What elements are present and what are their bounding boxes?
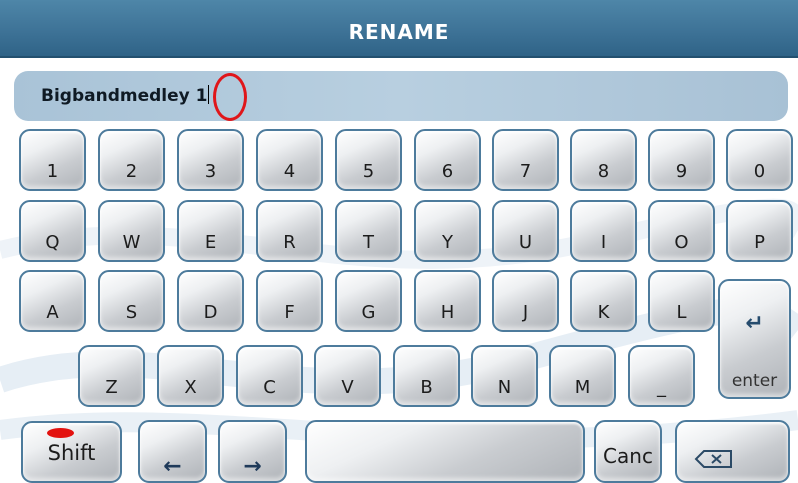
key-l[interactable]: L [648, 270, 715, 332]
backspace-icon [694, 450, 732, 468]
key-t[interactable]: T [335, 200, 402, 262]
key-label: Z [105, 377, 118, 398]
key-label: 5 [362, 161, 375, 182]
shift-key[interactable]: Shift [21, 421, 122, 483]
key-s[interactable]: S [98, 270, 165, 332]
key-p[interactable]: P [726, 200, 793, 262]
key-w[interactable]: W [98, 200, 165, 262]
key-8[interactable]: 8 [570, 129, 637, 191]
key-label: O [674, 232, 689, 253]
key-7[interactable]: 7 [492, 129, 559, 191]
key-label: I [600, 232, 607, 253]
key-label: Y [442, 232, 453, 253]
key-1[interactable]: 1 [19, 129, 86, 191]
key-4[interactable]: 4 [256, 129, 323, 191]
enter-label: enter [731, 371, 778, 391]
key-label: T [363, 232, 374, 253]
cursor-right-key[interactable]: → [218, 420, 287, 483]
key-label: 3 [204, 161, 217, 182]
key-label: P [754, 232, 765, 253]
key-v[interactable]: V [314, 345, 381, 407]
key-f[interactable]: F [256, 270, 323, 332]
arrow-left-icon: ← [163, 454, 182, 479]
key-label: 6 [441, 161, 454, 182]
key-z[interactable]: Z [78, 345, 145, 407]
key-label: X [184, 377, 197, 398]
key-label: Q [45, 232, 60, 253]
key-label: A [46, 302, 59, 323]
key-label: M [574, 377, 591, 398]
key-underscore[interactable]: _ [628, 345, 695, 407]
cursor-left-key[interactable]: ← [138, 420, 207, 483]
key-h[interactable]: H [414, 270, 481, 332]
shift-indicator-light [47, 428, 74, 438]
key-5[interactable]: 5 [335, 129, 402, 191]
key-q[interactable]: Q [19, 200, 86, 262]
cancel-label: Canc [603, 444, 653, 468]
key-3[interactable]: 3 [177, 129, 244, 191]
key-9[interactable]: 9 [648, 129, 715, 191]
key-i[interactable]: I [570, 200, 637, 262]
key-label: _ [657, 377, 666, 398]
key-label: U [518, 232, 533, 253]
cursor-highlight-circle [213, 73, 247, 121]
arrow-right-icon: → [243, 454, 262, 479]
key-b[interactable]: B [393, 345, 460, 407]
shift-label: Shift [47, 441, 96, 465]
key-label: V [341, 377, 354, 398]
key-label: D [203, 302, 218, 323]
key-a[interactable]: A [19, 270, 86, 332]
key-k[interactable]: K [570, 270, 637, 332]
key-y[interactable]: Y [414, 200, 481, 262]
key-label: E [204, 232, 217, 253]
space-key[interactable] [305, 420, 585, 483]
key-label: J [522, 302, 529, 323]
key-label: 1 [46, 161, 59, 182]
name-input-field[interactable]: Bigbandmedley 1 [14, 71, 788, 121]
key-label: 7 [519, 161, 532, 182]
key-label: S [125, 302, 138, 323]
key-m[interactable]: M [549, 345, 616, 407]
key-label: N [497, 377, 512, 398]
key-u[interactable]: U [492, 200, 559, 262]
key-label: G [361, 302, 376, 323]
key-label: 8 [597, 161, 610, 182]
key-6[interactable]: 6 [414, 129, 481, 191]
key-e[interactable]: E [177, 200, 244, 262]
key-0[interactable]: 0 [726, 129, 793, 191]
key-o[interactable]: O [648, 200, 715, 262]
key-label: F [284, 302, 295, 323]
backspace-key[interactable] [675, 420, 790, 483]
name-text: Bigbandmedley 1 [41, 86, 208, 106]
key-d[interactable]: D [177, 270, 244, 332]
key-label: 2 [125, 161, 138, 182]
key-label: H [440, 302, 455, 323]
cancel-key[interactable]: Canc [594, 420, 662, 483]
key-n[interactable]: N [471, 345, 538, 407]
key-label: 0 [753, 161, 766, 182]
key-2[interactable]: 2 [98, 129, 165, 191]
key-label: R [283, 232, 296, 253]
key-label: L [676, 302, 687, 323]
text-cursor [208, 85, 210, 104]
key-label: 9 [675, 161, 688, 182]
key-label: W [122, 232, 141, 253]
key-g[interactable]: G [335, 270, 402, 332]
key-label: C [263, 377, 276, 398]
name-value: Bigbandmedley 1 [41, 85, 210, 106]
enter-key[interactable]: ↵ enter [718, 279, 791, 399]
enter-icon: ↵ [745, 311, 764, 336]
key-c[interactable]: C [236, 345, 303, 407]
title-bar: RENAME [0, 0, 798, 58]
key-j[interactable]: J [492, 270, 559, 332]
key-label: B [420, 377, 433, 398]
key-x[interactable]: X [157, 345, 224, 407]
key-label: K [597, 302, 610, 323]
key-r[interactable]: R [256, 200, 323, 262]
dialog-title: RENAME [348, 20, 450, 44]
key-label: 4 [283, 161, 296, 182]
